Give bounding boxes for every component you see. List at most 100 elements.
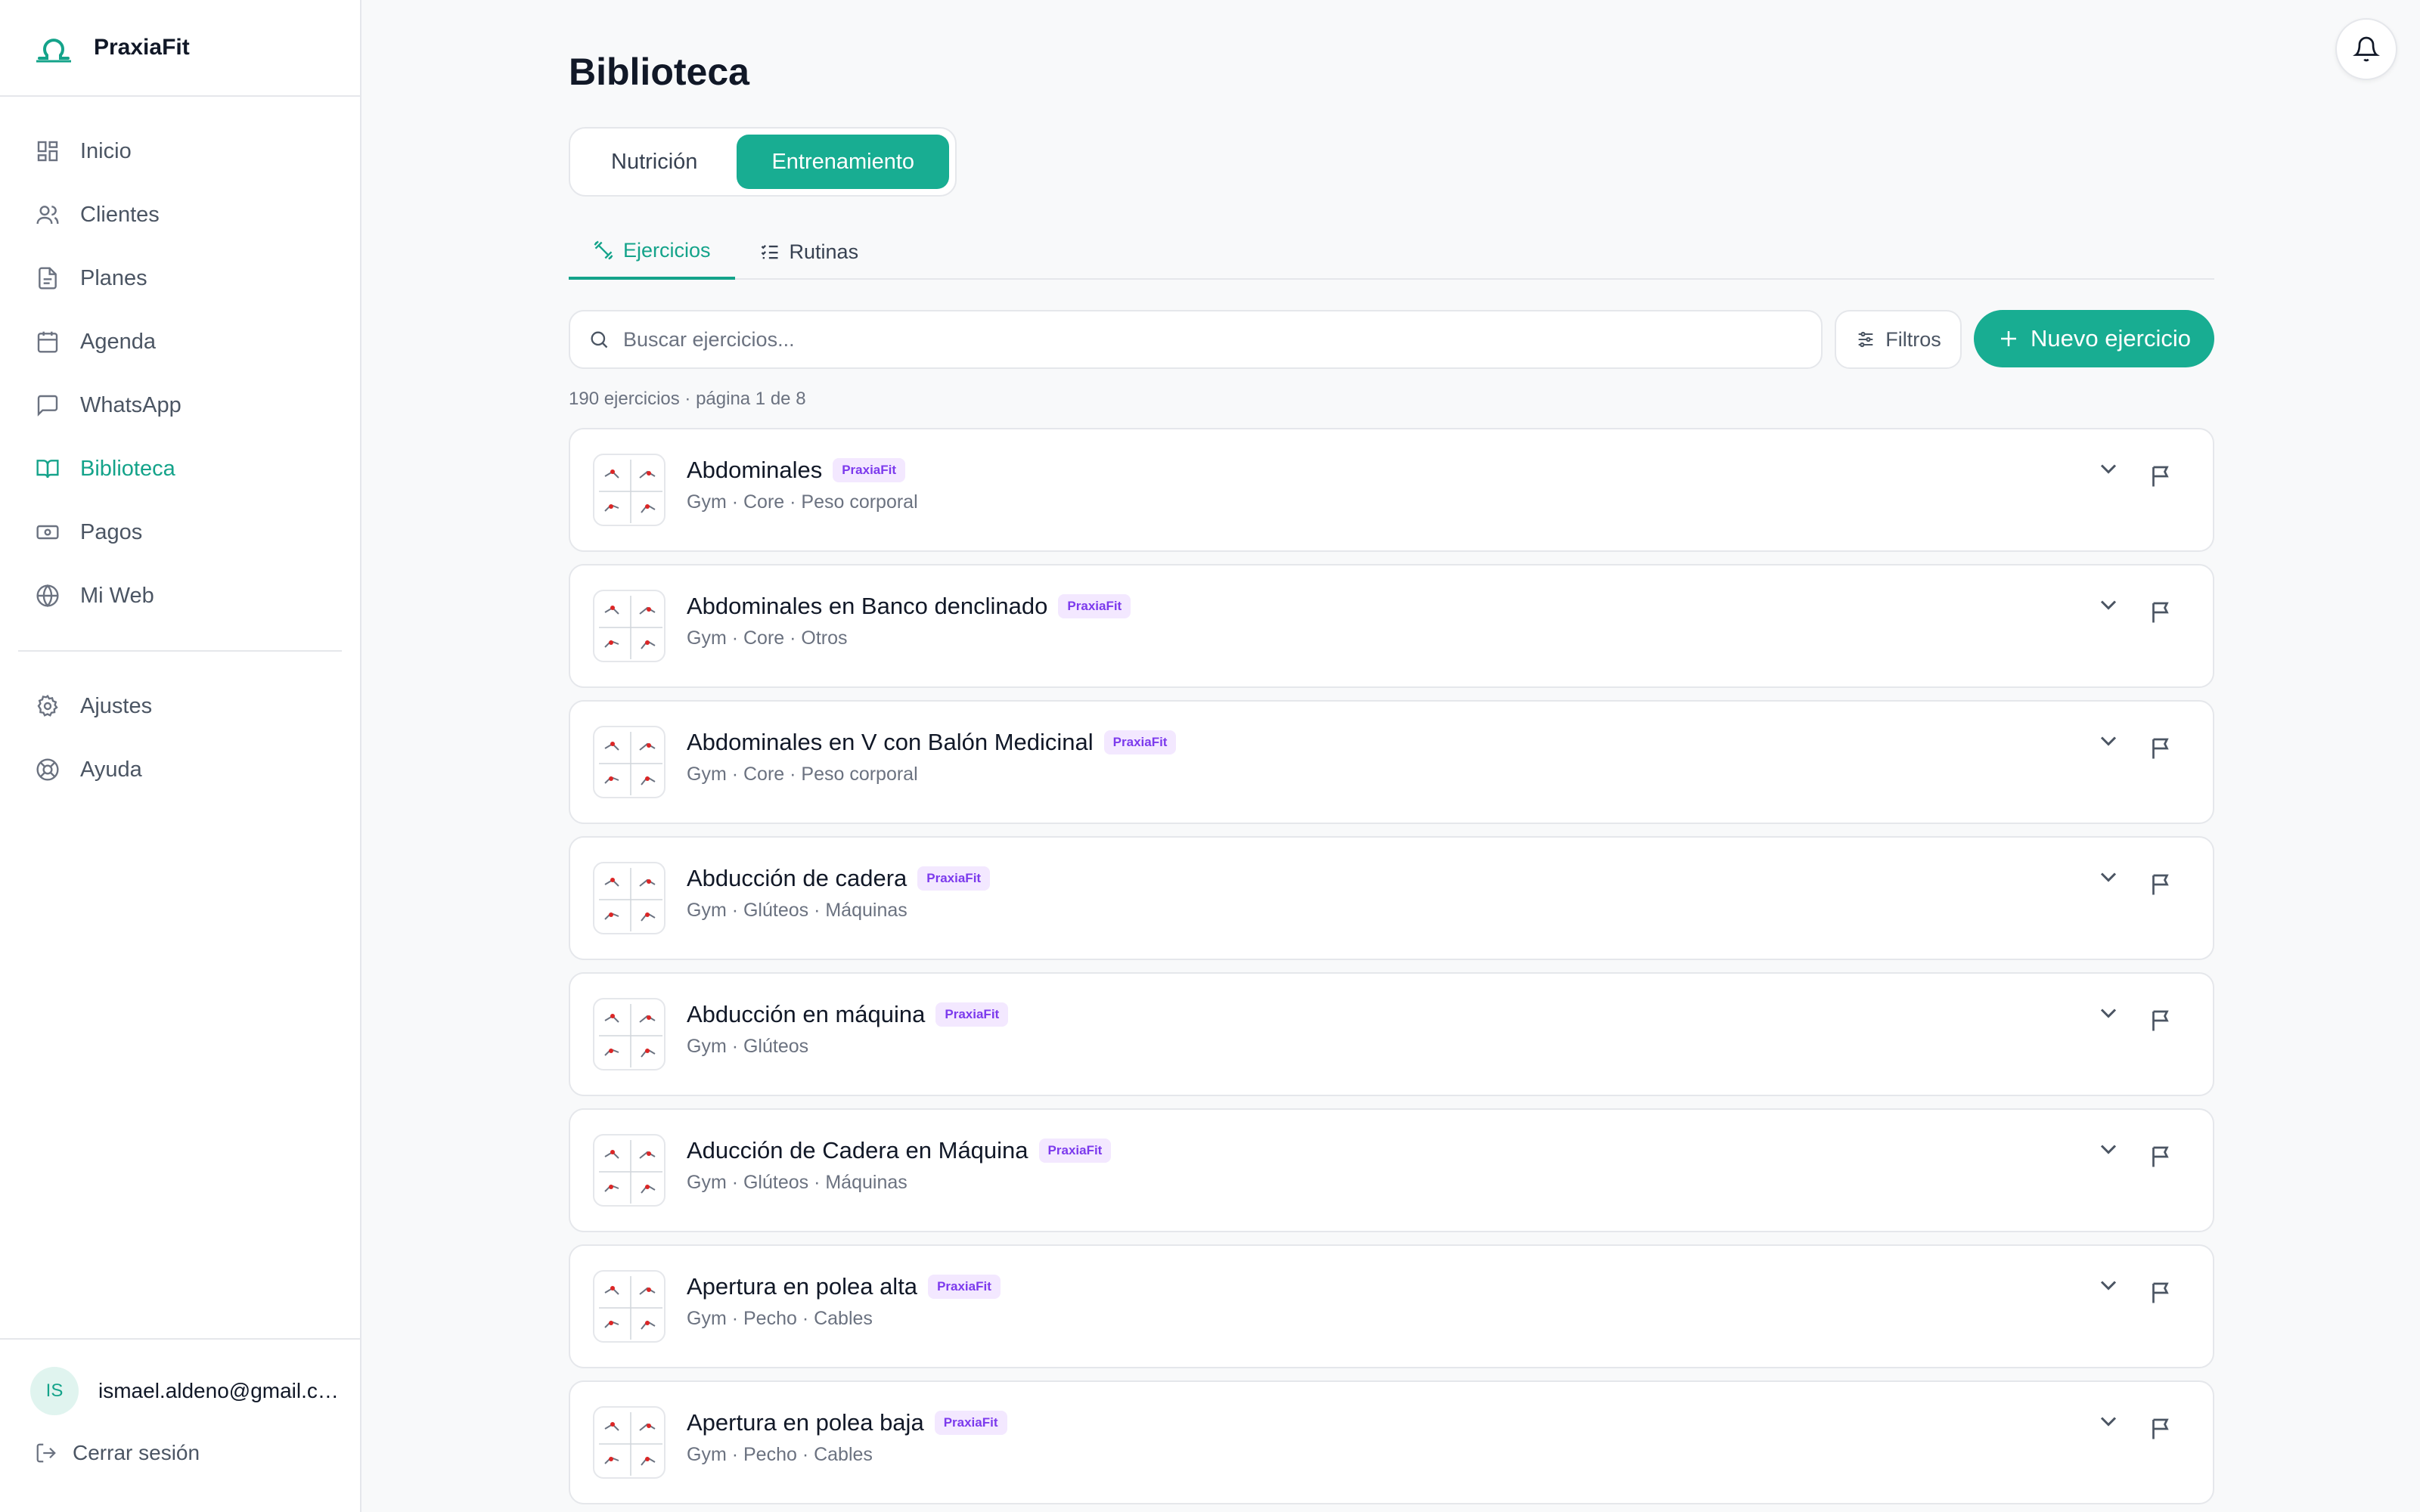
exercise-name: Abdominales en Banco denclinado	[687, 593, 1048, 619]
sidebar-divider	[18, 650, 342, 652]
filters-button[interactable]: Filtros	[1835, 310, 1962, 369]
tab-rutinas[interactable]: Rutinas	[735, 224, 883, 280]
exercise-tags: Gym · Glúteos · Máquinas	[687, 900, 908, 921]
list-check-icon	[761, 245, 778, 259]
plus-icon	[2001, 331, 2017, 346]
chevron-down-icon[interactable]	[2095, 1136, 2122, 1163]
source-badge: PraxiaFit	[1058, 594, 1131, 618]
tab-label: Rutinas	[789, 240, 859, 263]
exercise-card[interactable]: Apertura en polea baja PraxiaFit Gym · P…	[569, 1380, 2214, 1504]
exercise-card[interactable]: Abducción de cadera PraxiaFit Gym · Glút…	[569, 836, 2214, 960]
flag-icon[interactable]	[2148, 1415, 2175, 1442]
gear-icon	[35, 693, 60, 719]
dumbbell-icon	[594, 240, 613, 260]
search-input[interactable]	[623, 327, 1758, 352]
chevron-down-icon[interactable]	[2095, 1272, 2122, 1299]
section-switcher: Nutrición Entrenamiento	[569, 127, 957, 197]
chevron-down-icon[interactable]	[2095, 1408, 2122, 1435]
exercise-tags: Gym · Core · Peso corporal	[687, 764, 918, 785]
sidebar: PraxiaFit Inicio Clientes Planes Agenda	[0, 0, 361, 1512]
exercise-tags: Gym · Pecho · Cables	[687, 1444, 873, 1465]
new-exercise-button[interactable]: Nuevo ejercicio	[1974, 310, 2214, 367]
exercise-thumbnail	[593, 454, 666, 526]
exercise-title: Abducción en máquina PraxiaFit	[687, 1001, 1009, 1028]
flag-icon[interactable]	[2148, 735, 2175, 762]
logout-label: Cerrar sesión	[73, 1441, 200, 1464]
book-icon	[35, 456, 60, 482]
flag-icon[interactable]	[2148, 871, 2175, 898]
chevron-down-icon[interactable]	[2095, 999, 2122, 1027]
dashboard-icon	[35, 138, 60, 164]
chat-icon	[35, 392, 60, 418]
exercise-card[interactable]: Abdominales en Banco denclinado PraxiaFi…	[569, 564, 2214, 688]
sidebar-item-clientes[interactable]: Clientes	[18, 183, 342, 246]
chevron-down-icon[interactable]	[2095, 455, 2122, 482]
tab-ejercicios[interactable]: Ejercicios	[569, 224, 735, 280]
exercise-list: Abdominales PraxiaFit Gym · Core · Peso …	[569, 428, 2214, 1512]
bell-icon	[2353, 36, 2380, 62]
sidebar-item-agenda[interactable]: Agenda	[18, 310, 342, 373]
brand[interactable]: PraxiaFit	[0, 0, 360, 97]
sidebar-footer: IS ismael.aldeno@gmail.com Cerrar sesión	[0, 1338, 360, 1512]
sidebar-nav: Inicio Clientes Planes Agenda WhatsApp B…	[0, 97, 360, 801]
sidebar-item-ayuda[interactable]: Ayuda	[18, 738, 342, 801]
exercise-thumbnail	[593, 1270, 666, 1343]
exercise-card[interactable]: Aducción de Cadera en Máquina PraxiaFit …	[569, 1108, 2214, 1232]
chevron-down-icon[interactable]	[2095, 863, 2122, 891]
banknote-icon	[35, 519, 60, 545]
exercise-name: Abducción en máquina	[687, 1001, 926, 1027]
sidebar-item-whatsapp[interactable]: WhatsApp	[18, 373, 342, 437]
source-badge: PraxiaFit	[928, 1275, 1001, 1299]
subtabs: Ejercicios Rutinas	[569, 224, 2214, 280]
exercise-title: Abdominales PraxiaFit	[687, 457, 906, 484]
source-badge: PraxiaFit	[934, 1411, 1007, 1435]
source-badge: PraxiaFit	[1103, 730, 1177, 754]
exercise-thumbnail	[593, 862, 666, 934]
chevron-down-icon[interactable]	[2095, 727, 2122, 754]
omega-logo-icon	[36, 39, 71, 63]
sidebar-item-mi-web[interactable]: Mi Web	[18, 564, 342, 627]
exercise-card[interactable]: Apertura en polea alta PraxiaFit Gym · P…	[569, 1244, 2214, 1368]
users-icon	[35, 202, 60, 228]
sidebar-item-label: Ayuda	[80, 757, 142, 782]
notifications-button[interactable]	[2335, 18, 2397, 80]
sidebar-item-inicio[interactable]: Inicio	[18, 119, 342, 183]
exercise-name: Apertura en polea alta	[687, 1273, 918, 1300]
brand-name: PraxiaFit	[94, 35, 190, 60]
exercise-title: Abducción de cadera PraxiaFit	[687, 865, 991, 892]
exercise-thumbnail	[593, 1134, 666, 1207]
flag-icon[interactable]	[2148, 599, 2175, 626]
exercise-tags: Gym · Core · Otros	[687, 627, 848, 649]
chevron-down-icon[interactable]	[2095, 591, 2122, 618]
source-badge: PraxiaFit	[935, 1002, 1009, 1027]
exercise-card[interactable]: Abducción en máquina PraxiaFit Gym · Glú…	[569, 972, 2214, 1096]
flag-icon[interactable]	[2148, 1279, 2175, 1306]
search-box[interactable]	[569, 310, 1823, 369]
segment-nutricion[interactable]: Nutrición	[576, 135, 732, 189]
exercise-tags: Gym · Glúteos · Máquinas	[687, 1172, 908, 1193]
sidebar-item-biblioteca[interactable]: Biblioteca	[18, 437, 342, 500]
document-icon	[35, 265, 60, 291]
flag-icon[interactable]	[2148, 1007, 2175, 1034]
exercise-name: Abducción de cadera	[687, 865, 908, 891]
source-badge: PraxiaFit	[833, 458, 906, 482]
flag-icon[interactable]	[2148, 463, 2175, 490]
filters-label: Filtros	[1885, 327, 1941, 351]
lifebuoy-icon	[35, 757, 60, 782]
exercise-card[interactable]: Abdominales en V con Balón Medicinal Pra…	[569, 700, 2214, 824]
user-profile[interactable]: IS ismael.aldeno@gmail.com	[0, 1340, 360, 1415]
exercise-name: Apertura en polea baja	[687, 1409, 924, 1436]
exercise-card[interactable]: Abdominales PraxiaFit Gym · Core · Peso …	[569, 428, 2214, 552]
exercise-title: Abdominales en Banco denclinado PraxiaFi…	[687, 593, 1131, 620]
logout-button[interactable]: Cerrar sesión	[0, 1415, 360, 1465]
sidebar-item-planes[interactable]: Planes	[18, 246, 342, 310]
sidebar-item-ajustes[interactable]: Ajustes	[18, 674, 342, 738]
logout-icon	[36, 1443, 56, 1463]
new-exercise-label: Nuevo ejercicio	[2031, 325, 2191, 352]
globe-icon	[35, 583, 60, 609]
avatar: IS	[30, 1367, 79, 1415]
sidebar-item-pagos[interactable]: Pagos	[18, 500, 342, 564]
sidebar-item-label: Inicio	[80, 138, 132, 163]
flag-icon[interactable]	[2148, 1143, 2175, 1170]
segment-entrenamiento[interactable]: Entrenamiento	[737, 135, 950, 189]
